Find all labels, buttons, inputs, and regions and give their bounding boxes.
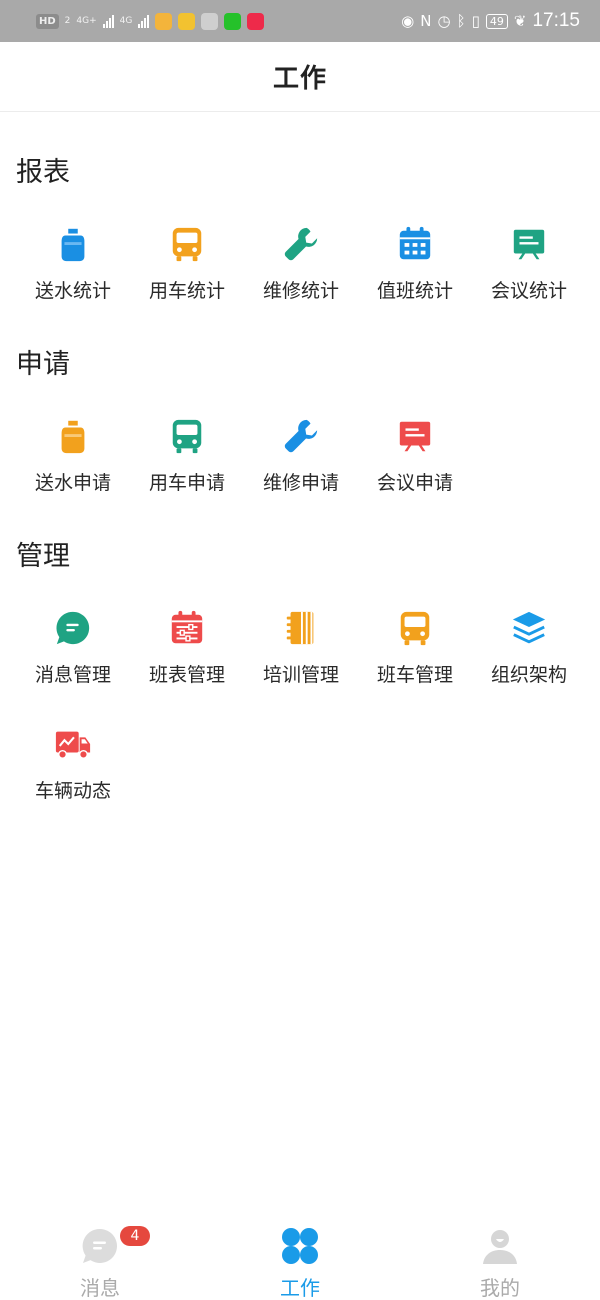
wrench-icon: [281, 224, 321, 264]
item-label: 车辆动态: [34, 780, 111, 802]
status-right: ◉ N ◷ ᛒ ▯ 49 ❦ 17:15: [401, 10, 580, 32]
nav-mine[interactable]: 我的: [400, 1210, 600, 1300]
item-label: 会议申请: [376, 472, 453, 494]
mail-app-icon: [155, 12, 173, 30]
truck-icon: [53, 724, 93, 764]
nav-label: 消息: [80, 1276, 120, 1300]
signal-icon: [102, 14, 114, 28]
item-car-apply[interactable]: 用车申请: [130, 408, 244, 518]
network-type-2: 4G: [119, 15, 133, 26]
calendar-icon: [395, 224, 435, 264]
layers-icon: [509, 608, 549, 648]
presentation-board-icon: [395, 416, 435, 456]
item-label: 组织架构: [490, 664, 567, 686]
bus-icon: [167, 416, 207, 456]
item-water-apply[interactable]: 送水申请: [16, 408, 130, 518]
item-label: 班表管理: [148, 664, 225, 686]
item-label: 送水申请: [34, 472, 111, 494]
nav-label: 工作: [280, 1276, 320, 1300]
item-training-manage[interactable]: 培训管理: [244, 600, 358, 710]
bottom-nav: 4 消息 工作 我的: [0, 1210, 600, 1300]
item-label: 送水统计: [34, 280, 111, 302]
item-label: 会议统计: [490, 280, 567, 302]
header-bar: 工作: [0, 42, 600, 112]
nav-work[interactable]: 工作: [200, 1210, 400, 1300]
item-label: 维修申请: [262, 472, 339, 494]
section-title-reports: 报表: [16, 157, 70, 188]
notebook-icon: [281, 608, 321, 648]
bus-icon: [167, 224, 207, 264]
item-duty-stats[interactable]: 值班统计: [358, 216, 472, 326]
bluetooth-icon: ᛒ: [456, 12, 466, 30]
message-icon: [80, 1226, 120, 1266]
nav-messages[interactable]: 4 消息: [0, 1210, 200, 1300]
network-type-1: 4G+: [76, 15, 97, 26]
item-shuttle-manage[interactable]: 班车管理: [358, 600, 472, 710]
item-org-structure[interactable]: 组织架构: [472, 600, 586, 710]
wrench-icon: [281, 416, 321, 456]
item-label: 班车管理: [376, 664, 453, 686]
redbook-app-icon: [247, 12, 265, 30]
item-water-stats[interactable]: 送水统计: [16, 216, 130, 326]
clock: 17:15: [532, 10, 580, 31]
eye-comfort-icon: ◉: [401, 12, 415, 30]
item-label: 培训管理: [262, 664, 339, 686]
sim-indicator: 2: [64, 15, 71, 26]
iqiyi-app-icon: [224, 12, 242, 30]
item-label: 维修统计: [262, 280, 339, 302]
item-meeting-apply[interactable]: 会议申请: [358, 408, 472, 518]
item-label: 用车申请: [148, 472, 225, 494]
section-apply: 申请 送水申请 用车申请 维修申请 会议申请: [0, 342, 600, 512]
weibo-app-icon: [178, 12, 196, 30]
bus-icon: [395, 608, 435, 648]
page-title: 工作: [272, 64, 327, 94]
chat-bubble-icon: [53, 608, 93, 648]
vibrate-icon: ▯: [471, 12, 480, 30]
water-bottle-icon: [53, 224, 93, 264]
hd-indicator: HD: [36, 13, 59, 29]
nav-label: 我的: [480, 1276, 520, 1300]
item-label: 值班统计: [376, 280, 453, 302]
user-icon: [480, 1226, 520, 1266]
clover-grid-icon: [280, 1226, 320, 1266]
section-manage: 管理 消息管理 班表管理 培训管理 班车管理 组织架构 车辆动态: [0, 534, 600, 824]
item-message-manage[interactable]: 消息管理: [16, 600, 130, 710]
item-vehicle-status[interactable]: 车辆动态: [16, 716, 130, 826]
leaf-icon: ❦: [513, 12, 527, 30]
huawei-app-icon: [201, 12, 219, 30]
section-title-manage: 管理: [16, 541, 70, 572]
alarm-icon: ◷: [437, 12, 451, 30]
unread-badge: 4: [120, 1226, 150, 1246]
item-label: 消息管理: [34, 664, 111, 686]
battery-icon: 49: [485, 13, 508, 29]
status-bar: HD 2 4G+ 4G ◉ N ◷ ᛒ ▯ 49 ❦ 17:15: [0, 0, 600, 42]
section-reports: 报表 送水统计 用车统计 维修统计 值班统计 会议统计: [0, 150, 600, 320]
item-schedule-manage[interactable]: 班表管理: [130, 600, 244, 710]
item-meeting-stats[interactable]: 会议统计: [472, 216, 586, 326]
status-left: HD 2 4G+ 4G: [36, 12, 265, 30]
section-title-apply: 申请: [16, 349, 70, 380]
item-repair-stats[interactable]: 维修统计: [244, 216, 358, 326]
presentation-board-icon: [509, 224, 549, 264]
nfc-icon: N: [420, 12, 432, 30]
item-label: 用车统计: [148, 280, 225, 302]
item-repair-apply[interactable]: 维修申请: [244, 408, 358, 518]
signal-icon-2: [138, 14, 150, 28]
item-car-stats[interactable]: 用车统计: [130, 216, 244, 326]
schedule-sliders-icon: [167, 608, 207, 648]
water-bottle-icon: [53, 416, 93, 456]
